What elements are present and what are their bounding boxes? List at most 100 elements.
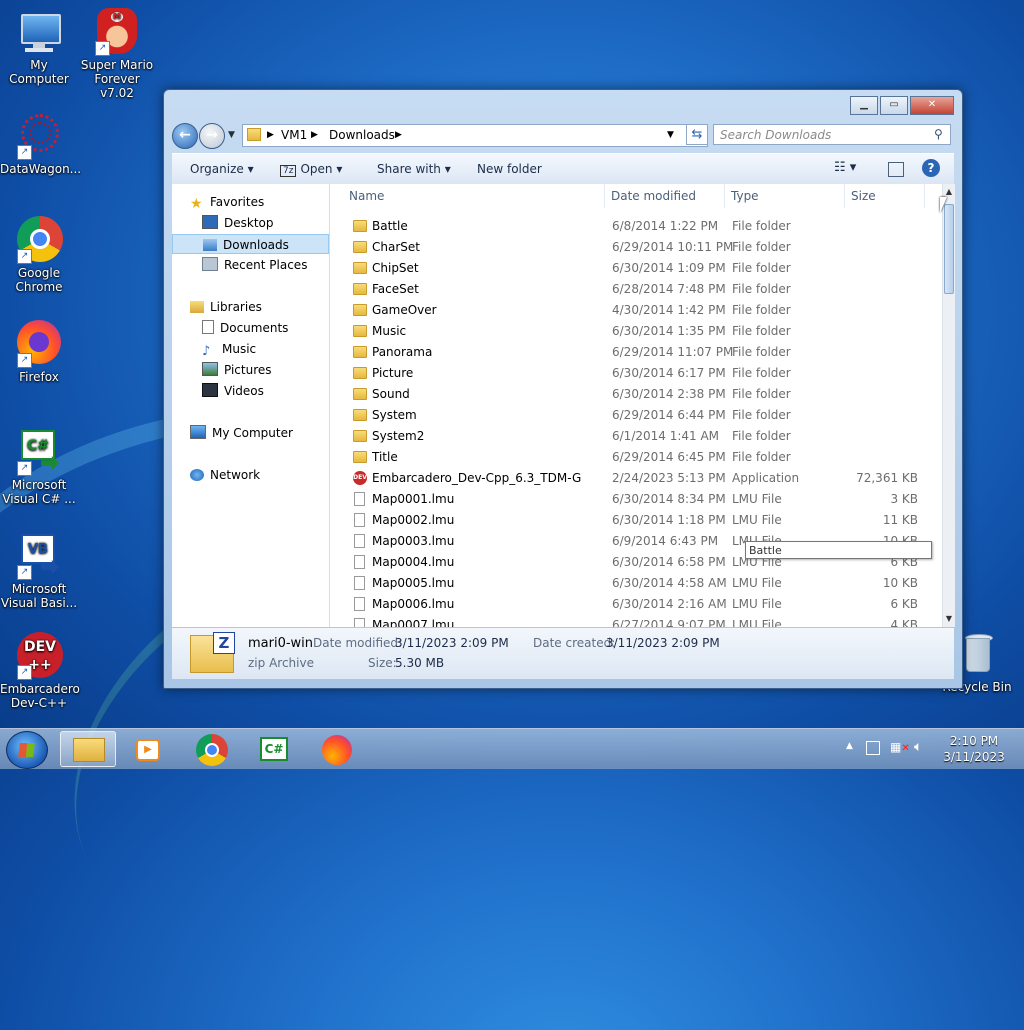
back-button[interactable]: ← — [172, 123, 198, 149]
show-hidden-icons-icon[interactable]: ▲ — [846, 741, 853, 751]
file-date: 6/30/2014 8:34 PM — [612, 492, 726, 506]
nav-music[interactable]: ♪ Music — [172, 339, 359, 359]
address-bar[interactable]: ▶ VM1 ▶ Downloads ▶ ▼ — [242, 124, 708, 147]
start-button[interactable] — [6, 731, 48, 769]
file-row[interactable]: Map0005.lmu 6/30/2014 4:58 AM LMU File 10 K… — [332, 573, 942, 594]
file-row[interactable]: Picture 6/30/2014 6:17 PM File folder — [332, 363, 942, 384]
open-button[interactable]: 7z Open ▾ — [280, 162, 342, 177]
file-row[interactable]: DEV Embarcadero_Dev-Cpp_6.3_TDM-GCC_9....… — [332, 468, 942, 489]
file-row[interactable]: System 6/29/2014 6:44 PM File folder — [332, 405, 942, 426]
explorer-window: ▁ ▭ ✕ ← → ▼ ▶ VM1 ▶ Downloads ▶ ▼ ⇆ Sear… — [163, 89, 963, 689]
file-row[interactable]: Map0002.lmu 6/30/2014 1:18 PM LMU File 11 K… — [332, 510, 942, 531]
breadcrumb-vm1[interactable]: VM1 — [281, 128, 307, 142]
file-row[interactable]: Map0001.lmu 6/30/2014 8:34 PM LMU File 3 KB — [332, 489, 942, 510]
recent-pages-dropdown-icon[interactable]: ▼ — [228, 130, 235, 140]
file-row[interactable]: CharSet 6/29/2014 10:11 PM File folder — [332, 237, 942, 258]
action-center-icon[interactable] — [866, 741, 880, 755]
file-row[interactable]: Map0007.lmu 6/27/2014 9:07 PM LMU File 4 KB — [332, 615, 942, 627]
nav-my-computer[interactable]: My Computer — [172, 423, 347, 443]
desktop-icon-chrome[interactable]: ↗ Google Chrome — [0, 216, 78, 294]
column-header-date[interactable]: Date modified — [611, 184, 696, 208]
taskbar-clock[interactable]: 2:10 PM 3/11/2023 — [930, 733, 1018, 765]
desktop-icon-super-mario[interactable]: M ↗ Super Mario Forever v7.02 — [78, 8, 156, 100]
taskbar-firefox[interactable] — [308, 731, 364, 767]
preview-pane-icon[interactable] — [888, 162, 904, 177]
forward-button[interactable]: → — [199, 123, 225, 149]
nav-downloads[interactable]: Downloads — [172, 234, 329, 254]
nav-label: Pictures — [224, 363, 272, 377]
folder-icon — [353, 262, 367, 274]
breadcrumb-downloads[interactable]: Downloads — [329, 128, 395, 142]
desktop-icon-visual-csharp[interactable]: C# ↗ Microsoft Visual C# ... — [0, 428, 78, 506]
file-row[interactable]: System2 6/1/2014 1:41 AM File folder — [332, 426, 942, 447]
file-row[interactable]: Panorama 6/29/2014 11:07 PM File folder — [332, 342, 942, 363]
file-name: Map0006.lmu — [372, 597, 455, 611]
share-with-label: Share with — [377, 162, 441, 176]
file-date: 6/30/2014 1:35 PM — [612, 324, 726, 338]
nav-favorites[interactable]: ★ Favorites — [172, 192, 347, 212]
network-status-icon[interactable]: ▦✕ — [890, 740, 910, 754]
document-icon — [354, 597, 365, 611]
file-row[interactable]: Battle 6/8/2014 1:22 PM File folder — [332, 216, 942, 237]
file-row[interactable]: Music 6/30/2014 1:35 PM File folder — [332, 321, 942, 342]
folder-icon — [353, 430, 367, 442]
file-size: 3 KB — [890, 492, 918, 506]
file-row[interactable]: ChipSet 6/30/2014 1:09 PM File folder — [332, 258, 942, 279]
breadcrumb-arrow-icon[interactable]: ▶ — [311, 130, 318, 140]
file-type: File folder — [732, 303, 791, 317]
column-header-size[interactable]: Size — [851, 184, 876, 208]
file-row[interactable]: Map0006.lmu 6/30/2014 2:16 AM LMU File 6 KB — [332, 594, 942, 615]
desktop-icon-datawagon[interactable]: ↗ DataWagon... — [0, 112, 81, 176]
scroll-down-arrow-icon[interactable]: ▼ — [943, 611, 955, 627]
taskbar-media-player[interactable]: ▶ — [120, 731, 176, 767]
file-name: Title — [372, 450, 398, 464]
organize-button[interactable]: Organize ▾ — [190, 162, 254, 176]
breadcrumb-arrow-icon[interactable]: ▶ — [395, 130, 402, 140]
taskbar-visual-csharp[interactable]: C# — [246, 731, 302, 767]
nav-videos[interactable]: Videos — [172, 381, 359, 401]
nav-documents[interactable]: Documents — [172, 318, 359, 338]
search-input[interactable]: Search Downloads — [713, 124, 951, 145]
breadcrumb-arrow-icon[interactable]: ▶ — [267, 130, 274, 140]
file-name: Music — [372, 324, 407, 338]
nav-libraries[interactable]: Libraries — [172, 297, 347, 317]
file-row[interactable]: Title 6/29/2014 6:45 PM File folder — [332, 447, 942, 468]
scroll-thumb[interactable] — [944, 204, 954, 294]
close-button[interactable]: ✕ — [910, 96, 954, 115]
file-date: 6/30/2014 2:16 AM — [612, 597, 727, 611]
nav-label: My Computer — [212, 426, 293, 440]
file-date: 6/30/2014 6:58 PM — [612, 555, 726, 569]
taskbar-explorer[interactable] — [60, 731, 116, 767]
file-date: 6/28/2014 7:48 PM — [612, 282, 726, 296]
file-name: Panorama — [372, 345, 433, 359]
view-options-icon[interactable]: ☷ ▾ — [834, 160, 856, 175]
desktop-icon-visual-basic[interactable]: VB ↗ Microsoft Visual Basi... — [0, 532, 78, 610]
file-type: File folder — [732, 366, 791, 380]
taskbar-chrome[interactable] — [184, 731, 240, 767]
share-with-button[interactable]: Share with ▾ — [377, 162, 451, 176]
network-icon — [190, 469, 204, 481]
new-folder-button[interactable]: New folder — [477, 162, 542, 176]
volume-icon[interactable]: 🔈︎ — [914, 739, 922, 755]
nav-desktop[interactable]: Desktop — [172, 213, 359, 233]
maximize-button[interactable]: ▭ — [880, 96, 908, 115]
file-row[interactable]: FaceSet 6/28/2014 7:48 PM File folder — [332, 279, 942, 300]
nav-label: Desktop — [224, 216, 274, 230]
file-row[interactable]: GameOver 4/30/2014 1:42 PM File folder — [332, 300, 942, 321]
refresh-button[interactable]: ⇆ — [686, 124, 708, 145]
desktop-icon-firefox[interactable]: ↗ Firefox — [0, 320, 78, 384]
minimize-button[interactable]: ▁ — [850, 96, 878, 115]
nav-network[interactable]: Network — [172, 465, 347, 485]
column-header-type[interactable]: Type — [731, 184, 759, 208]
file-row[interactable]: Sound 6/30/2014 2:38 PM File folder — [332, 384, 942, 405]
nav-recent-places[interactable]: Recent Places — [172, 255, 359, 275]
address-dropdown-icon[interactable]: ▼ — [667, 130, 674, 140]
desktop-icon-my-computer[interactable]: My Computer — [0, 8, 78, 86]
search-icon[interactable]: ⚲ — [934, 127, 943, 141]
file-type: File folder — [732, 345, 791, 359]
help-icon[interactable]: ? — [922, 159, 940, 177]
vertical-scrollbar[interactable]: ▲ ▼ — [942, 184, 955, 627]
nav-pictures[interactable]: Pictures — [172, 360, 359, 380]
desktop-icon-devcpp[interactable]: DEV ++ ↗ Embarcadero Dev-C++ — [0, 632, 80, 710]
column-header-name[interactable]: Name — [349, 184, 384, 208]
